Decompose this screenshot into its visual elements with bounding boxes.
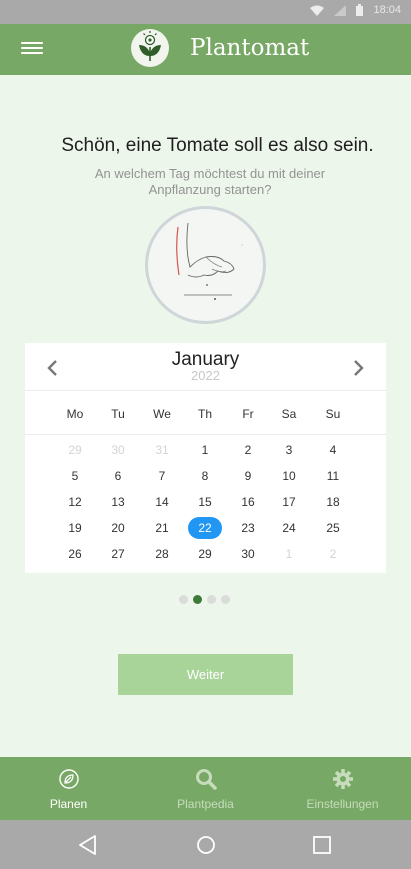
status-time: 18:04 <box>373 4 401 16</box>
calendar-header: January 2022 <box>25 343 386 391</box>
search-icon <box>195 769 217 790</box>
calendar-day[interactable]: 11 <box>316 465 350 487</box>
date-picker-calendar: January 2022 Mo Tu We Th Fr Sa Su 29 30 31 1 2 3 4 5 6… <box>25 343 386 573</box>
step-dot[interactable] <box>207 595 216 604</box>
nav-item-planen[interactable]: Planen <box>0 757 137 820</box>
plant-logo-icon <box>131 29 169 67</box>
weekday-label: Su <box>325 407 341 421</box>
calendar-day[interactable]: 16 <box>231 491 265 513</box>
calendar-day[interactable]: 14 <box>145 491 179 513</box>
calendar-day[interactable]: 8 <box>188 465 222 487</box>
calendar-day[interactable]: 25 <box>316 517 350 539</box>
calendar-day[interactable]: 23 <box>231 517 265 539</box>
bottom-navigation: Planen Plantpedia Einstellungen <box>0 757 411 820</box>
back-icon[interactable] <box>76 833 100 857</box>
calendar-day[interactable]: 15 <box>188 491 222 513</box>
calendar-day[interactable]: 6 <box>101 465 135 487</box>
step-dot[interactable] <box>179 595 188 604</box>
calendar-day: 30 <box>111 443 125 457</box>
calendar-day[interactable]: 19 <box>58 517 92 539</box>
status-bar: 18:04 <box>0 0 411 24</box>
calendar-day[interactable]: 21 <box>145 517 179 539</box>
leaf-icon <box>58 769 79 789</box>
step-dot[interactable] <box>221 595 230 604</box>
calendar-day[interactable]: 24 <box>272 517 306 539</box>
calendar-day[interactable]: 27 <box>101 543 135 565</box>
calendar-day[interactable]: 17 <box>272 491 306 513</box>
calendar-day[interactable]: 26 <box>58 543 92 565</box>
next-button[interactable]: Weiter <box>118 654 293 695</box>
nav-label-plantpedia: Plantpedia <box>177 797 234 811</box>
calendar-day[interactable]: 3 <box>272 439 306 461</box>
calendar-day: 1 <box>285 547 293 561</box>
weekday-label: We <box>153 407 171 421</box>
calendar-day: 29 <box>68 443 82 457</box>
calendar-day[interactable]: 9 <box>231 465 265 487</box>
calendar-day[interactable]: 5 <box>58 465 92 487</box>
calendar-day[interactable]: 4 <box>316 439 350 461</box>
calendar-day[interactable]: 10 <box>272 465 306 487</box>
weekday-label: Tu <box>111 407 125 421</box>
status-icons: 18:04 <box>310 4 401 16</box>
nav-label-planen: Planen <box>49 797 88 811</box>
wifi-icon <box>310 5 325 16</box>
calendar-day[interactable]: 2 <box>231 439 265 461</box>
hamburger-menu-icon[interactable] <box>21 42 43 56</box>
calendar-day[interactable]: 12 <box>58 491 92 513</box>
recents-icon[interactable] <box>310 833 334 857</box>
calendar-days-grid: 29 30 31 1 2 3 4 5 6 7 8 9 10 11 12 13 14 15 16 17 18 19 20 21 2… <box>25 435 386 573</box>
weekday-label: Th <box>197 407 212 421</box>
nav-item-plantpedia[interactable]: Plantpedia <box>137 757 274 820</box>
calendar-day[interactable]: 29 <box>188 543 222 565</box>
nav-item-einstellungen[interactable]: Einstellungen <box>274 757 411 820</box>
hand-planting-seed-illustration <box>145 206 266 324</box>
calendar-day-selected[interactable]: 22 <box>188 517 222 539</box>
calendar-year[interactable]: 2022 <box>25 368 386 383</box>
battery-icon <box>356 4 364 16</box>
signal-icon <box>334 4 347 16</box>
home-icon[interactable] <box>194 833 218 857</box>
step-dot-active[interactable] <box>193 595 202 604</box>
weekday-label: Fr <box>242 407 254 421</box>
app-bar: Plantomat <box>0 24 411 75</box>
calendar-day[interactable]: 20 <box>101 517 135 539</box>
weekday-label: Mo <box>66 407 84 421</box>
calendar-day[interactable]: 18 <box>316 491 350 513</box>
calendar-day: 31 <box>155 443 169 457</box>
weekday-header: Mo Tu We Th Fr Sa Su <box>25 391 386 435</box>
calendar-day: 2 <box>329 547 337 561</box>
nav-label-einstellungen: Einstellungen <box>306 797 379 811</box>
calendar-day[interactable]: 30 <box>231 543 265 565</box>
system-navigation-bar <box>0 820 411 869</box>
weekday-label: Sa <box>281 407 297 421</box>
step-indicator <box>179 595 230 604</box>
calendar-day[interactable]: 1 <box>188 439 222 461</box>
page-heading: Schön, eine Tomate soll es also sein. <box>61 135 374 156</box>
app-title: Plantomat <box>190 35 310 61</box>
calendar-day[interactable]: 13 <box>101 491 135 513</box>
calendar-day[interactable]: 7 <box>145 465 179 487</box>
gear-icon <box>332 769 353 789</box>
calendar-day[interactable]: 28 <box>145 543 179 565</box>
chevron-right-icon[interactable] <box>349 358 367 378</box>
page-subtext: An welchem Tag möchtest du mit deiner An… <box>94 166 326 197</box>
